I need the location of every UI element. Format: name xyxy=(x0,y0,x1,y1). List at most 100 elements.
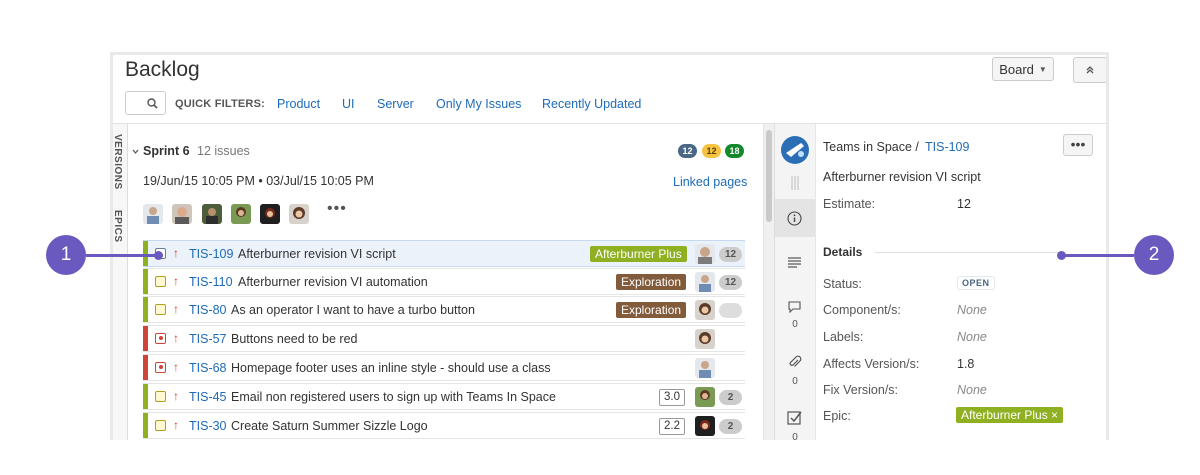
avatar[interactable] xyxy=(202,204,222,224)
epic-lozenge[interactable]: Afterburner Plus xyxy=(590,246,687,262)
row-status-bar xyxy=(143,326,148,351)
avatar[interactable] xyxy=(172,204,192,224)
page-title: Backlog xyxy=(125,58,200,81)
bug-type-icon xyxy=(155,362,166,373)
table-row[interactable]: ↑ TIS-80 As an operator I want to have a… xyxy=(143,296,745,323)
table-row[interactable]: ↑ TIS-110 Afterburner revision VI automa… xyxy=(143,268,745,295)
priority-high-icon: ↑ xyxy=(173,389,179,403)
improvement-type-icon xyxy=(155,276,166,287)
story-points-badge: 2 xyxy=(719,419,742,434)
callout-2-line xyxy=(1062,254,1134,257)
fix-version-value[interactable]: None xyxy=(957,383,987,397)
assignee-avatar[interactable] xyxy=(695,387,715,407)
chevron-double-up-icon xyxy=(1086,66,1094,74)
quick-filter-ui[interactable]: UI xyxy=(342,97,355,111)
status-badge-done: 18 xyxy=(725,144,744,158)
table-row[interactable]: ↑ TIS-57 Buttons need to be red xyxy=(143,325,745,352)
component-value[interactable]: None xyxy=(957,303,987,317)
table-row[interactable]: ↑ TIS-68 Homepage footer uses an inline … xyxy=(143,354,745,381)
board-button-label: Board xyxy=(999,61,1034,77)
estimate-badge: 3.0 xyxy=(659,389,685,406)
estimate-badge: 2.2 xyxy=(659,418,685,435)
status-badge-in-progress: 12 xyxy=(702,144,721,158)
attachment-icon[interactable] xyxy=(787,355,802,370)
avatar[interactable] xyxy=(143,204,163,224)
epic-value-lozenge[interactable]: Afterburner Plus × xyxy=(956,407,1064,423)
quick-search-input[interactable] xyxy=(125,91,166,115)
status-lozenge[interactable]: OPEN xyxy=(957,276,995,290)
detail-icon-rail: 0 0 0 xyxy=(775,124,816,440)
story-points-badge: 2 xyxy=(719,390,742,405)
affects-version-value[interactable]: 1.8 xyxy=(957,357,974,371)
avatar[interactable] xyxy=(231,204,251,224)
row-status-bar xyxy=(143,269,148,294)
component-label: Component/s: xyxy=(823,303,901,317)
issue-key-link[interactable]: TIS-68 xyxy=(189,361,227,375)
drag-handle-icon[interactable] xyxy=(790,176,800,190)
assignee-avatar[interactable] xyxy=(695,416,715,436)
details-divider xyxy=(875,252,1065,253)
improvement-type-icon xyxy=(155,391,166,402)
issue-summary: Create Saturn Summer Sizzle Logo xyxy=(231,419,428,433)
description-icon[interactable] xyxy=(787,256,802,269)
improvement-type-icon xyxy=(155,420,166,431)
quick-filter-only-my-issues[interactable]: Only My Issues xyxy=(436,97,521,111)
assignee-avatar[interactable] xyxy=(695,329,715,349)
table-row[interactable]: ↑ TIS-45 Email non registered users to s… xyxy=(143,383,745,410)
sprint-issue-count: 12 issues xyxy=(197,144,250,158)
priority-high-icon: ↑ xyxy=(173,418,179,432)
table-row[interactable]: ↑ TIS-30 Create Saturn Summer Sizzle Log… xyxy=(143,412,745,439)
issue-key-link[interactable]: TIS-57 xyxy=(189,332,227,346)
epics-tab[interactable]: EPICS xyxy=(113,210,123,243)
search-icon xyxy=(147,98,158,109)
issue-key-link[interactable]: TIS-109 xyxy=(189,247,233,261)
project-breadcrumb[interactable]: Teams in Space / xyxy=(823,140,919,154)
issue-summary: Homepage footer uses an inline style - s… xyxy=(231,361,551,375)
assignee-avatar[interactable] xyxy=(695,272,715,292)
breadcrumb-separator: / xyxy=(915,140,919,154)
epic-lozenge[interactable]: Exploration xyxy=(616,302,687,318)
estimate-value[interactable]: 12 xyxy=(957,197,971,211)
scrollbar-thumb[interactable] xyxy=(766,130,772,222)
issue-key-link[interactable]: TIS-45 xyxy=(189,390,227,404)
linked-pages-link[interactable]: Linked pages xyxy=(673,175,747,189)
fix-version-label: Fix Version/s: xyxy=(823,383,899,397)
issue-key-link[interactable]: TIS-110 xyxy=(189,275,233,289)
priority-high-icon: ↑ xyxy=(173,246,179,260)
issue-summary: Afterburner revision VI script xyxy=(238,247,396,261)
avatar[interactable] xyxy=(260,204,280,224)
priority-high-icon: ↑ xyxy=(173,331,179,345)
issue-key-link[interactable]: TIS-30 xyxy=(189,419,227,433)
issue-key-link[interactable]: TIS-80 xyxy=(189,303,227,317)
more-assignees-icon[interactable]: ••• xyxy=(327,200,347,218)
comments-icon[interactable] xyxy=(787,300,802,313)
callout-2: 2 xyxy=(1134,235,1174,275)
bug-type-icon xyxy=(155,333,166,344)
backlog-window: Backlog Board ▼ QUICK FILTERS: Product U… xyxy=(110,52,1109,440)
affects-version-label: Affects Version/s: xyxy=(823,357,920,371)
collapse-header-button[interactable] xyxy=(1073,57,1106,83)
quick-filter-recently-updated[interactable]: Recently Updated xyxy=(542,97,641,111)
issue-summary-heading[interactable]: Afterburner revision VI script xyxy=(823,170,981,184)
assignee-avatar[interactable] xyxy=(695,244,715,264)
quick-filter-product[interactable]: Product xyxy=(277,97,320,111)
assignee-avatar[interactable] xyxy=(695,358,715,378)
labels-value[interactable]: None xyxy=(957,330,987,344)
epic-label: Epic: xyxy=(823,409,851,423)
assignee-avatar[interactable] xyxy=(695,300,715,320)
table-row[interactable]: ↑ TIS-109 Afterburner revision VI script… xyxy=(143,240,745,267)
epic-lozenge[interactable]: Exploration xyxy=(616,274,687,290)
info-icon[interactable] xyxy=(787,211,802,226)
status-label: Status: xyxy=(823,277,862,291)
avatar[interactable] xyxy=(289,204,309,224)
subtasks-icon[interactable] xyxy=(787,410,802,425)
issue-key-breadcrumb[interactable]: TIS-109 xyxy=(925,140,969,154)
chevron-down-icon[interactable] xyxy=(132,148,139,155)
quick-filter-server[interactable]: Server xyxy=(377,97,414,111)
project-name[interactable]: Teams in Space xyxy=(823,140,912,154)
priority-high-icon: ↑ xyxy=(173,302,179,316)
more-actions-button[interactable]: ••• xyxy=(1063,134,1093,156)
board-dropdown-button[interactable]: Board ▼ xyxy=(992,57,1054,81)
versions-tab[interactable]: VERSIONS xyxy=(113,134,123,190)
row-status-bar xyxy=(143,384,148,409)
